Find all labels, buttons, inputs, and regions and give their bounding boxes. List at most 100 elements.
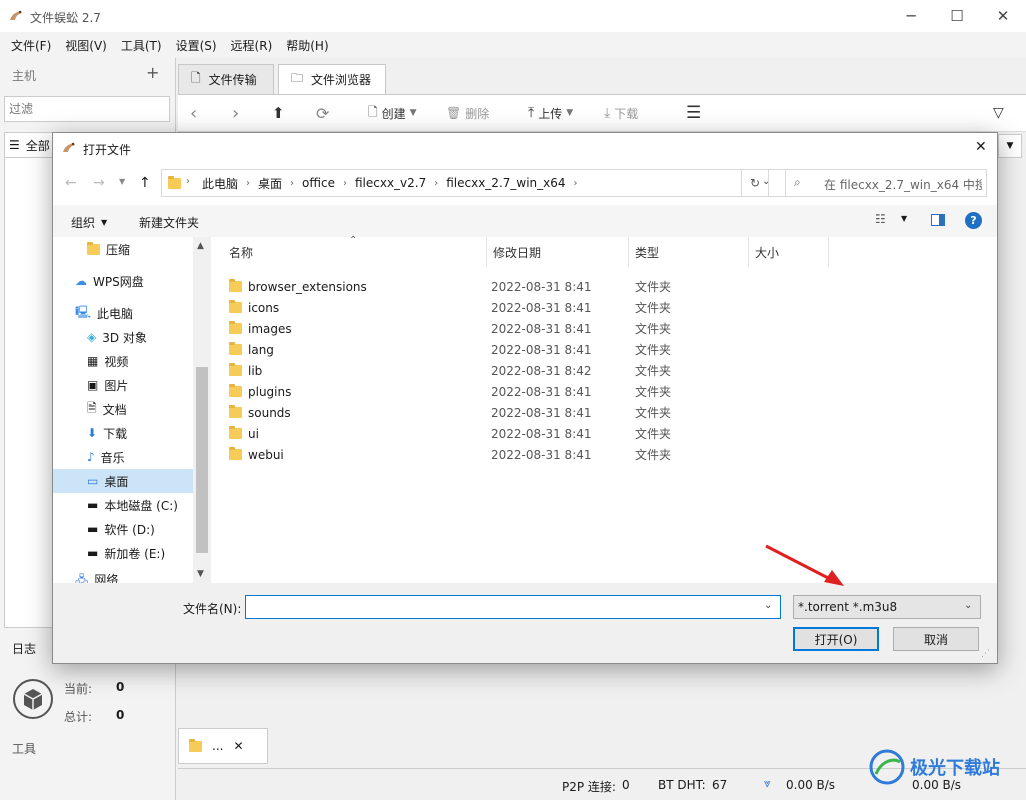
recent-dropdown-icon[interactable]: ▼ — [119, 177, 125, 186]
open-button[interactable]: 打开(O) — [793, 627, 879, 651]
scrollbar-thumb[interactable] — [196, 367, 208, 553]
download-button[interactable]: ⤓ 下载 — [604, 100, 638, 126]
view-options-icon[interactable]: ☷ — [875, 212, 886, 226]
close-dialog-button[interactable]: ✕ — [975, 139, 987, 155]
nav-item-documents[interactable]: 🗎 文档 — [53, 397, 193, 421]
app-logo-icon — [61, 140, 77, 156]
picture-icon: ▣ — [87, 378, 99, 392]
all-filter-button[interactable]: ☰ 全部 — [4, 132, 54, 158]
nav-item-3d-objects[interactable]: ◈ 3D 对象 — [53, 325, 193, 349]
forward-icon[interactable]: › — [232, 100, 239, 126]
trash-icon: 🗑 — [446, 106, 462, 120]
table-row[interactable]: sounds 2022-08-31 8:41 文件夹 — [229, 402, 789, 423]
new-folder-button[interactable]: 新建文件夹 — [139, 214, 199, 231]
nav-item-this-pc[interactable]: 🖳 此电脑 — [53, 301, 193, 325]
filter-funnel-icon[interactable]: ▽ — [993, 100, 1004, 126]
minimize-button[interactable]: ─ — [888, 0, 934, 32]
dht-value: 67 — [712, 778, 728, 792]
menu-help[interactable]: 帮助(H) — [279, 37, 335, 54]
chevron-down-icon[interactable]: ▼ — [901, 214, 907, 223]
breadcrumb-filecxx-win-x64[interactable]: filecxx_2.7_win_x64 — [446, 176, 565, 190]
watermark-text: 极光下载站 — [910, 758, 1000, 779]
nav-item-videos[interactable]: ▦ 视频 — [53, 349, 193, 373]
bottom-tab[interactable]: ... ✕ — [178, 728, 268, 764]
table-row[interactable]: images 2022-08-31 8:41 文件夹 — [229, 318, 789, 339]
menu-tools[interactable]: 工具(T) — [114, 37, 169, 54]
tab-label: 文件传输 — [208, 73, 257, 87]
table-row[interactable]: browser_extensions 2022-08-31 8:41 文件夹 — [229, 276, 789, 297]
back-arrow-icon[interactable]: ← — [65, 175, 77, 191]
table-row[interactable]: plugins 2022-08-31 8:41 文件夹 — [229, 381, 789, 402]
upload-button[interactable]: ⤒ 上传 ▼ — [528, 100, 573, 126]
file-type: 文件夹 — [635, 406, 672, 420]
refresh-icon[interactable]: ⟳ — [316, 100, 329, 126]
column-header-size[interactable]: 大小 — [749, 237, 829, 267]
delete-button[interactable]: 🗑 删除 — [446, 100, 489, 126]
breadcrumb-this-pc[interactable]: 此电脑 — [202, 175, 238, 192]
nav-item-wps-cloud[interactable]: ☁ WPS网盘 — [53, 269, 193, 293]
column-label: 类型 — [635, 245, 660, 260]
table-row[interactable]: icons 2022-08-31 8:41 文件夹 — [229, 297, 789, 318]
filename-input[interactable]: ⌄ — [245, 595, 781, 619]
menu-view[interactable]: 视图(V) — [58, 37, 114, 54]
tab-file-browser[interactable]: 🗀 文件浏览器 — [278, 64, 386, 94]
file-type-filter[interactable]: *.torrent *.m3u8 ⌄ — [793, 595, 981, 619]
create-button[interactable]: 🗋 创建 ▼ — [368, 100, 417, 126]
hamburger-menu-icon[interactable]: ☰ — [686, 100, 701, 126]
path-dropdown-button[interactable]: ▼ — [998, 134, 1022, 158]
menu-file[interactable]: 文件(F) — [4, 37, 58, 54]
search-box[interactable]: ⌕ 在 filecxx_2.7_win_x64 中搜... — [785, 169, 987, 197]
forward-arrow-icon[interactable]: → — [93, 175, 105, 191]
nav-item-zip[interactable]: 压缩 — [53, 237, 193, 261]
breadcrumb-filecxx-v27[interactable]: filecxx_v2.7 — [355, 176, 426, 190]
breadcrumb-desktop[interactable]: 桌面 — [258, 175, 282, 192]
maximize-button[interactable]: ☐ — [934, 0, 980, 32]
open-file-dialog: 打开文件 ✕ ← → ▼ ↑ › 此电脑 › 桌面 › office › filecx… — [52, 132, 998, 664]
nav-scrollbar[interactable]: ▲ ▼ — [193, 237, 211, 583]
column-header-type[interactable]: 类型 — [629, 237, 749, 267]
delete-label: 删除 — [465, 106, 490, 121]
nav-label: 软件 (D:) — [104, 522, 155, 537]
close-window-button[interactable]: ✕ — [980, 0, 1026, 32]
table-row[interactable]: lib 2022-08-31 8:42 文件夹 — [229, 360, 789, 381]
up-arrow-icon[interactable]: ⬆ — [272, 100, 285, 126]
tools-label: 工具 — [12, 742, 37, 756]
table-row[interactable]: lang 2022-08-31 8:41 文件夹 — [229, 339, 789, 360]
drive-icon: ▬ — [87, 498, 99, 512]
help-icon[interactable]: ? — [965, 212, 982, 229]
breadcrumb-office[interactable]: office — [302, 176, 335, 190]
table-row[interactable]: webui 2022-08-31 8:41 文件夹 — [229, 444, 789, 465]
nav-item-network[interactable]: 🖧 网络 — [53, 571, 193, 583]
cancel-button[interactable]: 取消 — [893, 627, 979, 651]
resize-grip-icon[interactable]: ⋰ — [981, 649, 990, 659]
menu-remote[interactable]: 远程(R) — [224, 37, 280, 54]
file-type: 文件夹 — [635, 322, 672, 336]
close-tab-icon[interactable]: ✕ — [233, 739, 243, 753]
column-header-date[interactable]: 修改日期 — [487, 237, 629, 267]
preview-pane-icon[interactable] — [931, 214, 945, 226]
nav-label: 视频 — [104, 354, 129, 369]
menu-settings[interactable]: 设置(S) — [169, 37, 224, 54]
file-name: browser_extensions — [248, 279, 367, 294]
scroll-down-icon[interactable]: ▼ — [197, 569, 204, 579]
filter-input[interactable] — [4, 96, 170, 122]
table-row[interactable]: ui 2022-08-31 8:41 文件夹 — [229, 423, 789, 444]
nav-item-desktop[interactable]: ▭ 桌面 — [53, 469, 193, 493]
nav-item-drive-d[interactable]: ▬ 软件 (D:) — [53, 517, 193, 541]
nav-item-pictures[interactable]: ▣ 图片 — [53, 373, 193, 397]
add-host-button[interactable]: + — [146, 63, 159, 82]
back-icon[interactable]: ‹ — [190, 100, 197, 126]
nav-item-downloads[interactable]: ⬇ 下载 — [53, 421, 193, 445]
address-bar[interactable]: › 此电脑 › 桌面 › office › filecxx_v2.7 › filecxx… — [161, 169, 789, 197]
dht-label: BT DHT: — [658, 778, 706, 792]
refresh-icon[interactable]: ↻ — [741, 169, 769, 197]
nav-item-drive-c[interactable]: ▬ 本地磁盘 (C:) — [53, 493, 193, 517]
nav-item-music[interactable]: ♪ 音乐 — [53, 445, 193, 469]
organize-button[interactable]: 组织 ▼ — [71, 214, 107, 231]
chevron-down-icon: ▼ — [566, 108, 574, 118]
scroll-up-icon[interactable]: ▲ — [197, 241, 204, 251]
up-folder-icon[interactable]: ↑ — [139, 175, 151, 191]
tab-file-transfer[interactable]: 🗋 文件传输 — [178, 64, 274, 94]
chevron-down-icon[interactable]: ⌄ — [764, 600, 772, 611]
nav-item-drive-e[interactable]: ▬ 新加卷 (E:) — [53, 541, 193, 565]
